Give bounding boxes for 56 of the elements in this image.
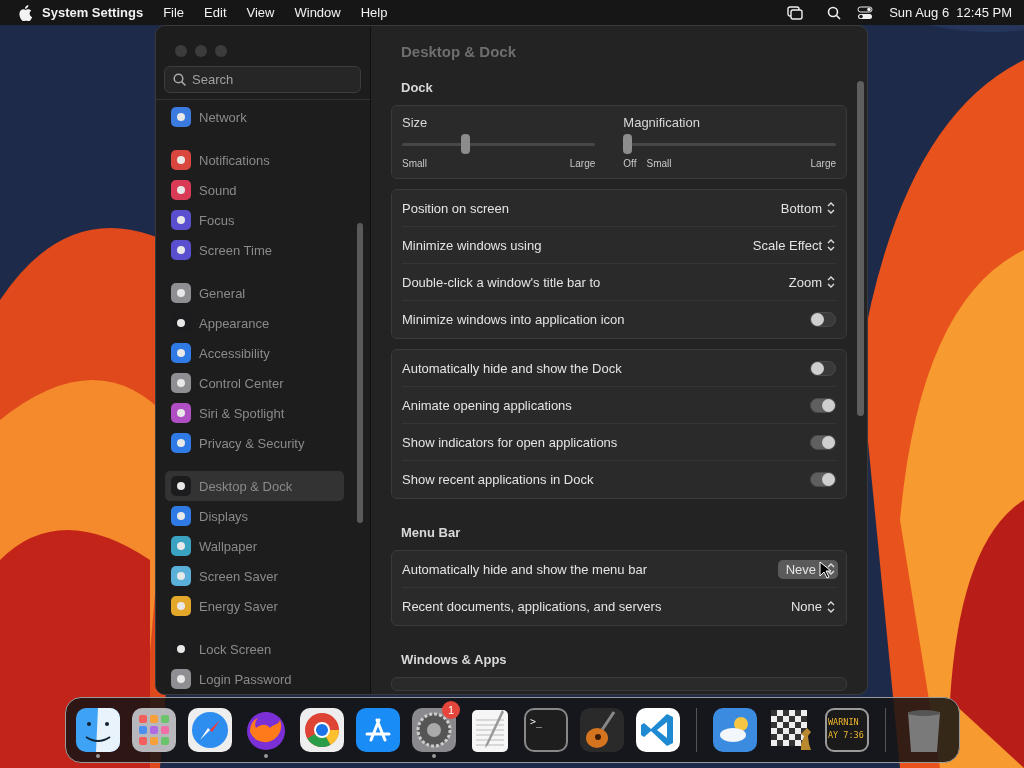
popup-button[interactable]: Scale Effect	[744, 235, 838, 255]
tick-label: Small	[402, 158, 427, 169]
sidebar-item[interactable]: Control Center	[165, 368, 344, 398]
sidebar-item[interactable]: Screen Time	[165, 235, 344, 265]
setting-label: Minimize windows using	[402, 237, 542, 253]
sidebar-item[interactable]: Energy Saver	[165, 591, 344, 621]
sidebar-item[interactable]: Lock Screen	[165, 634, 344, 664]
search-field[interactable]: Search	[164, 66, 361, 93]
tick-label: Off	[623, 158, 637, 169]
setting-label: Position on screen	[402, 200, 509, 216]
sidebar-item[interactable]: Wallpaper	[165, 531, 344, 561]
tick-label: Large	[569, 158, 596, 169]
terminal-icon[interactable]: >_	[522, 706, 570, 754]
sidebar-item[interactable]: Accessibility	[165, 338, 344, 368]
tick-label: Small	[646, 158, 672, 169]
section-title: Windows & Apps	[400, 651, 508, 669]
sidebar-item[interactable]: Login Password	[165, 664, 344, 694]
setting-label: Double-click a window's title bar to	[402, 274, 601, 290]
sidebar-item[interactable]: Notifications	[165, 145, 344, 175]
log-text: WARNIN AY 7:36	[828, 716, 865, 742]
popup-button[interactable]: Bottom	[772, 198, 838, 218]
sidebar-item[interactable]: General	[165, 278, 344, 308]
sidebar-item[interactable]: Network	[165, 102, 344, 132]
popup-button[interactable]: Zoom	[780, 272, 838, 292]
sidebar-item[interactable]: Privacy & Security	[165, 428, 344, 458]
popup-button[interactable]: None	[782, 597, 838, 616]
menu-item[interactable]: Window	[284, 5, 351, 20]
sidebar-item[interactable]: Sound	[165, 175, 344, 205]
sidebar-item[interactable]: Focus	[165, 205, 344, 235]
app-menu[interactable]: System Settings	[32, 5, 154, 20]
setting-label: Animate opening applications	[402, 397, 572, 413]
window-title: Desktop & Dock	[400, 42, 518, 62]
menu-item[interactable]: Edit	[194, 5, 237, 20]
slider-label: Magnification	[623, 115, 701, 130]
menu-item[interactable]: File	[153, 5, 195, 20]
section-title: Menu Bar	[400, 524, 462, 542]
menu-item[interactable]: View	[236, 5, 285, 20]
slider-label: Size	[402, 115, 429, 130]
setting-label: Show recent applications in Dock	[402, 472, 594, 487]
prompt-text: >_	[530, 716, 543, 727]
setting-label: Automatically hide and show the Dock	[402, 360, 622, 376]
sidebar-item[interactable]: Appearance	[165, 308, 344, 338]
sidebar-item[interactable]: Screen Saver	[165, 561, 344, 591]
notification-badge: 1	[442, 701, 460, 719]
clock[interactable]: Sun Aug 6 12:45 PM	[877, 5, 1012, 20]
sidebar-item[interactable]: Desktop & Dock	[165, 471, 344, 501]
menu-item[interactable]: Help	[350, 5, 398, 20]
setting-label: Show indicators for open applications	[402, 434, 618, 450]
tick-label: Large	[810, 158, 836, 169]
setting-label: Minimize windows into application icon	[402, 312, 625, 327]
setting-label: Automatically hide and show the menu bar	[402, 561, 647, 577]
section-title: Dock	[400, 79, 434, 97]
sidebar-item[interactable]: Siri & Spotlight	[165, 398, 344, 428]
console-icon[interactable]: WARNIN AY 7:36	[823, 706, 871, 754]
sidebar-item[interactable]: Displays	[165, 501, 344, 531]
setting-label: Recent documents, applications, and servers	[402, 599, 662, 614]
